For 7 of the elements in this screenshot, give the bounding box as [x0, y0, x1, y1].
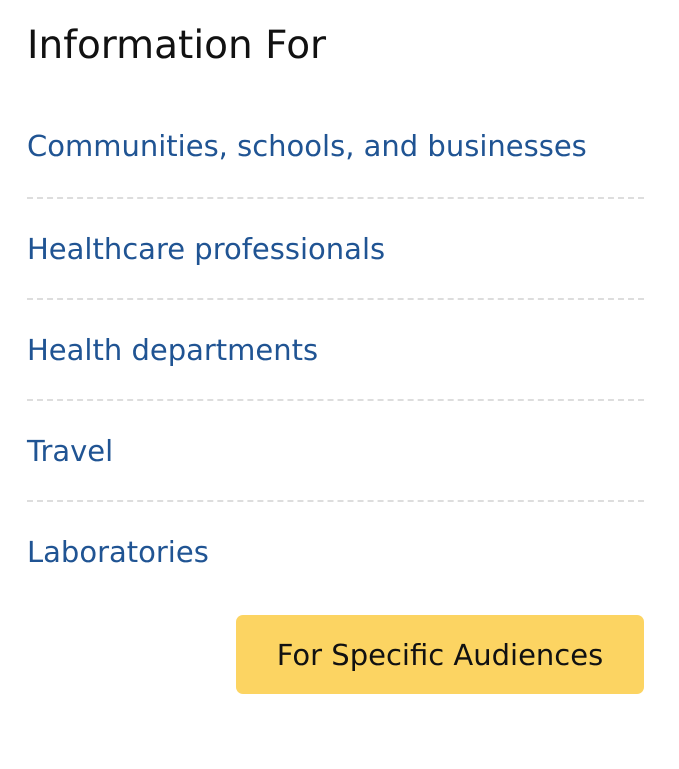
audience-link[interactable]: Communities, schools, and businesses	[27, 129, 587, 163]
audience-link[interactable]: Laboratories	[27, 534, 209, 568]
audience-link[interactable]: Travel	[27, 434, 114, 468]
specific-audiences-button[interactable]: For Specific Audiences	[236, 615, 644, 694]
section-heading: Information For	[27, 22, 328, 70]
audience-link[interactable]: Health departments	[27, 332, 318, 366]
audience-link[interactable]: Healthcare professionals	[27, 232, 386, 266]
